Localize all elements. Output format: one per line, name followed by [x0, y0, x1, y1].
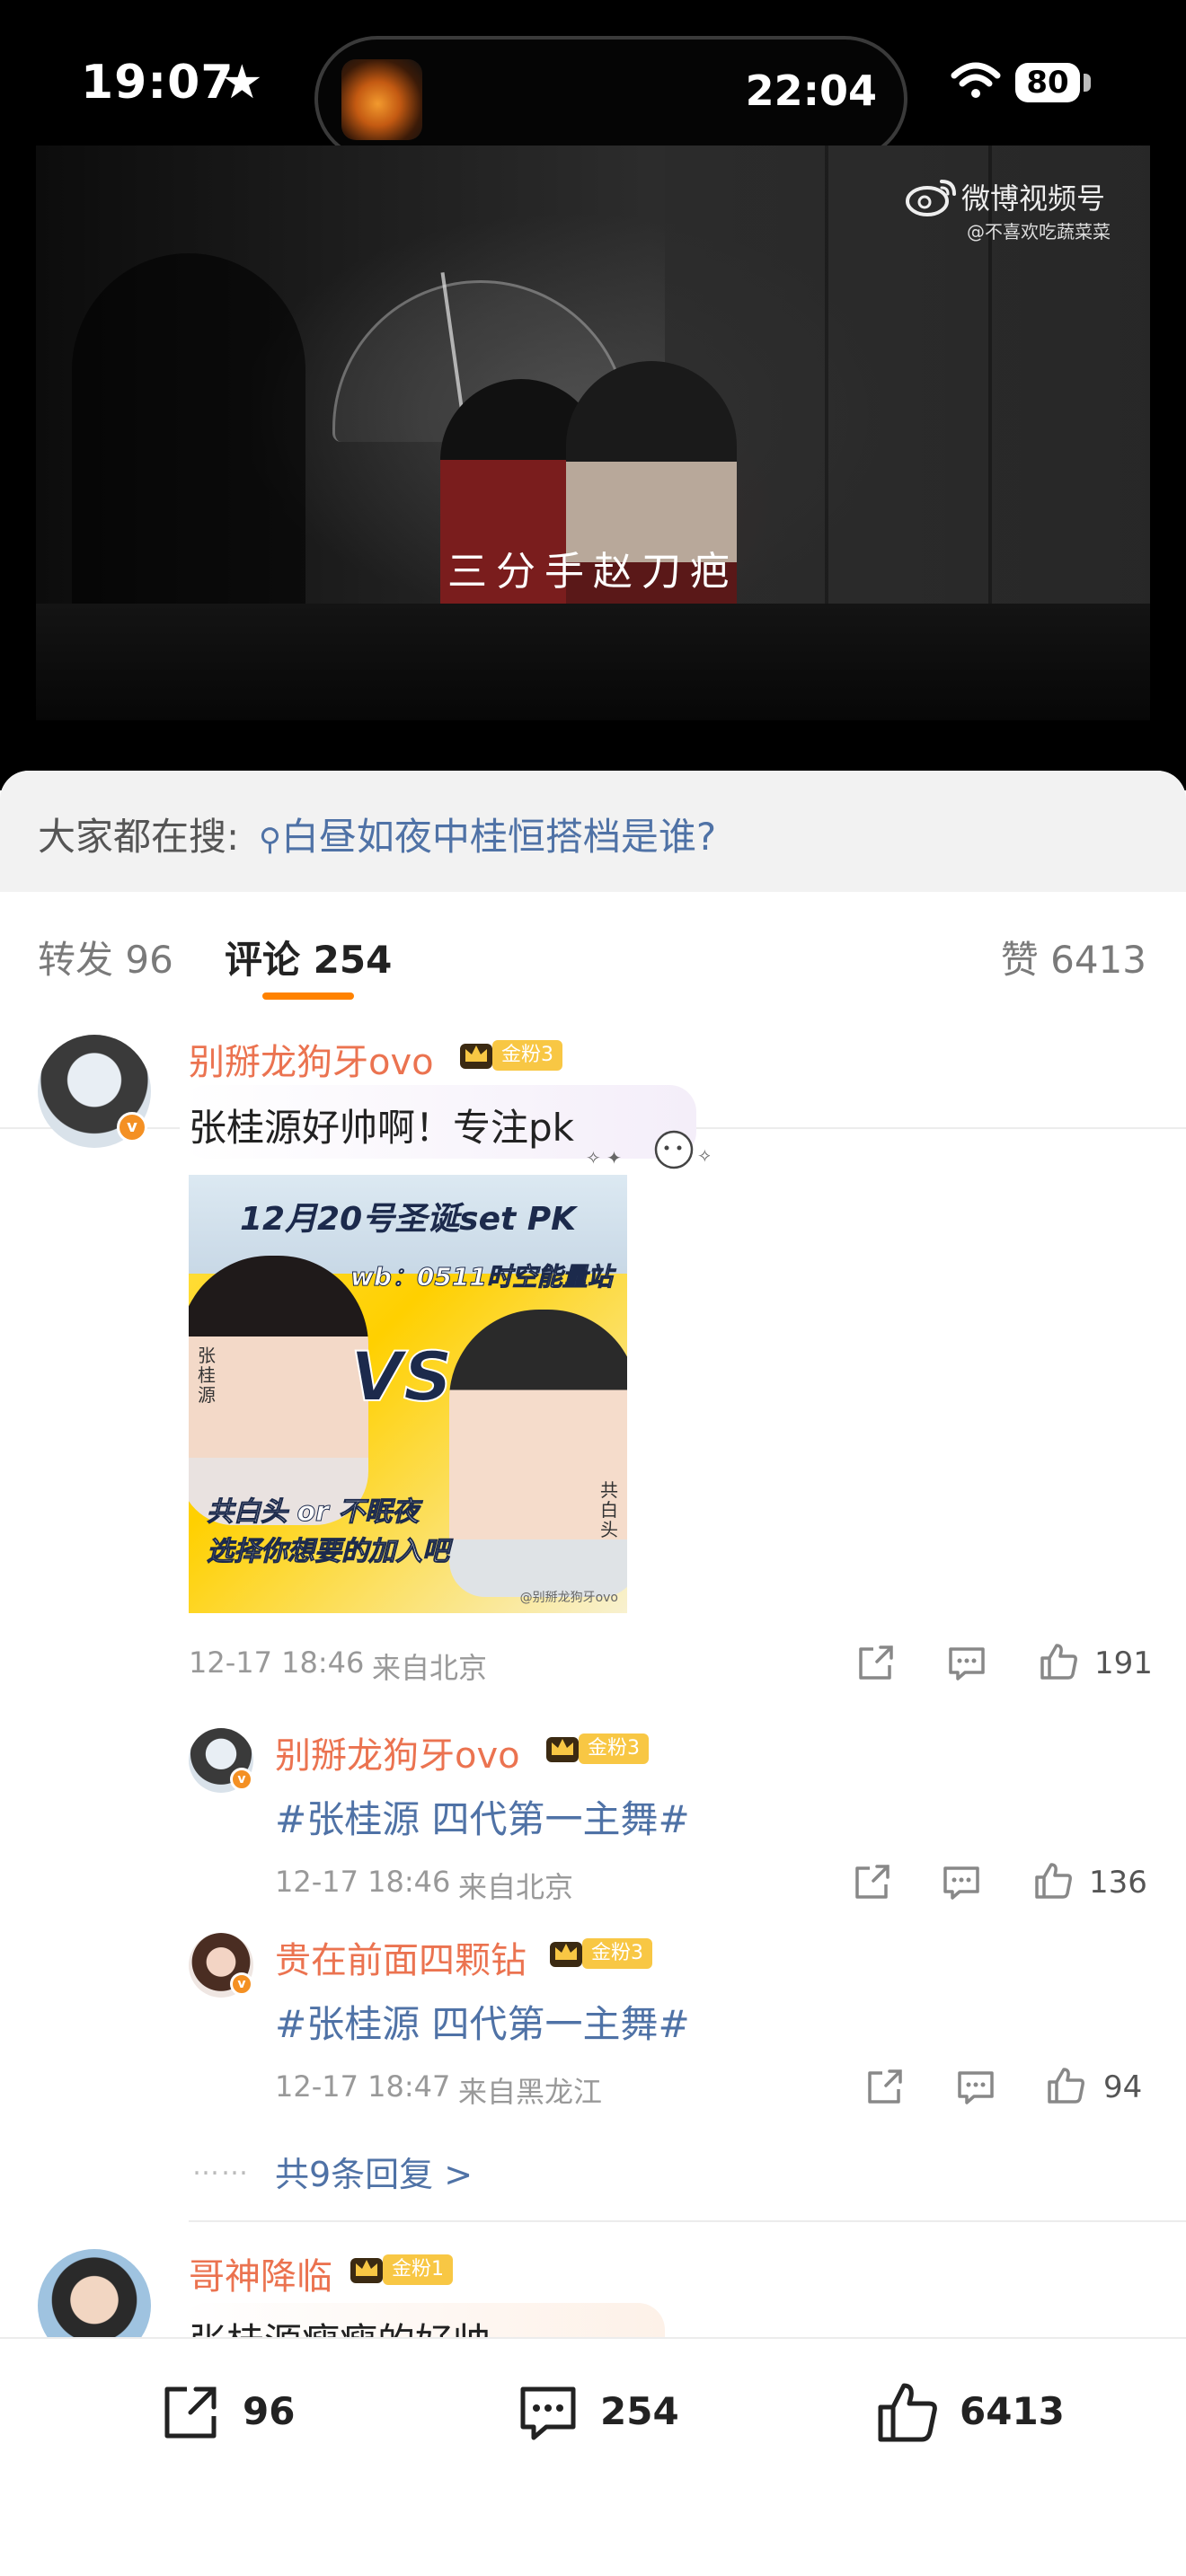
poster-line-2: 选择你想要的加入吧	[207, 1536, 450, 1568]
trending-search-link[interactable]: ⚲白昼如夜中桂恒搭档是谁?	[259, 807, 716, 861]
reply-time: 12-17 18:47	[275, 2069, 451, 2104]
bubble-decoration-icon: ✧ ✦ ✧	[586, 1130, 710, 1169]
like-icon[interactable]	[1044, 2064, 1087, 2107]
tab-comment[interactable]: 评论 254	[225, 930, 392, 984]
poster-left-name: 张桂源	[198, 1345, 216, 1406]
status-time: 19:07	[81, 56, 235, 110]
island-timer: 22:04	[745, 66, 877, 115]
watermark-user: @不喜欢吃蔬菜菜	[967, 221, 1111, 243]
poster-vs: VS	[350, 1336, 454, 1417]
share-icon[interactable]	[863, 2066, 906, 2109]
weibo-logo-icon	[906, 180, 956, 216]
trending-search-bar[interactable]: 大家都在搜: ⚲白昼如夜中桂恒搭档是谁?	[0, 771, 1186, 892]
comment-count: 254	[600, 2389, 679, 2433]
like-count: 6413	[960, 2389, 1065, 2433]
comment-image[interactable]: 12月20号圣诞set PK wb：0511时空能量站 VS 共白头 or 不眠…	[189, 1175, 627, 1613]
tab-like[interactable]: 赞 6413	[1001, 930, 1146, 984]
comment-username[interactable]: 别掰龙狗牙ovo	[189, 1033, 434, 1085]
like-count: 94	[1103, 2069, 1143, 2105]
comment-icon[interactable]	[954, 2066, 997, 2109]
reply-username[interactable]: 别掰龙狗牙ovo	[275, 1726, 520, 1778]
poster-title: 12月20号圣诞set PK	[239, 1201, 577, 1238]
comment-icon[interactable]	[940, 1861, 983, 1904]
search-icon: ⚲	[259, 822, 281, 858]
crown-icon	[546, 1737, 579, 1762]
fan-badge: 金粉1	[383, 2254, 453, 2285]
comment-location: 来自北京	[372, 1651, 488, 1685]
reply-text[interactable]: #张桂源 四代第一主舞#	[275, 1789, 690, 1844]
replies-dots: ……	[192, 2150, 250, 2182]
bottom-action-bar: 96 254 6413	[0, 2337, 1186, 2576]
comment-time: 12-17 18:46	[189, 1645, 365, 1680]
reply-text[interactable]: #张桂源 四代第一主舞#	[275, 1994, 690, 2049]
comment-icon	[520, 2386, 576, 2440]
more-replies-link[interactable]: 共9条回复 >	[275, 2147, 473, 2196]
like-icon[interactable]	[1031, 1859, 1075, 1902]
verified-icon: v	[230, 1972, 253, 1996]
battery-tip	[1084, 74, 1091, 92]
svg-text:✧ ✦: ✧ ✦	[586, 1147, 622, 1169]
dynamic-island[interactable]: 22:04	[314, 36, 907, 162]
video-ground	[36, 604, 1150, 720]
reply-location: 来自黑龙江	[458, 2075, 603, 2109]
tab-repost[interactable]: 转发 96	[38, 930, 173, 984]
now-playing-thumbnail	[341, 59, 422, 140]
poster-wb-text: wb：0511时空能量站	[350, 1262, 614, 1292]
share-icon[interactable]	[850, 1861, 893, 1904]
crown-icon	[460, 1044, 492, 1069]
wifi-icon	[951, 62, 1001, 98]
crown-icon	[550, 1942, 582, 1967]
reply-time: 12-17 18:46	[275, 1865, 451, 1899]
video-player[interactable]: 三分手赵刀疤 微博视频号 @不喜欢吃蔬菜菜	[36, 146, 1150, 720]
like-icon[interactable]	[1037, 1640, 1080, 1683]
crown-icon	[350, 2258, 383, 2283]
tab-bar: 转发 96 评论 254 赞 6413	[0, 892, 1186, 1129]
poster-right-name: 共白头	[600, 1479, 618, 1540]
comment-divider	[189, 2220, 1186, 2222]
trending-search-query: 白昼如夜中桂恒搭档是谁?	[280, 815, 717, 859]
fan-badge: 金粉3	[492, 1040, 562, 1071]
like-count: 136	[1089, 1865, 1147, 1901]
battery-indicator: 80	[1015, 63, 1080, 102]
watermark-title: 微博视频号	[961, 181, 1106, 216]
comment-text: 张桂源好帅啊！专注pk	[189, 1106, 574, 1150]
comments-sheet: 大家都在搜: ⚲白昼如夜中桂恒搭档是谁? 转发 96 评论 254 赞 6413…	[0, 771, 1186, 2576]
svg-text:✧: ✧	[697, 1145, 710, 1167]
star-icon: ★	[221, 56, 263, 110]
share-icon[interactable]	[854, 1642, 897, 1685]
poster-line-1: 共白头 or 不眠夜	[206, 1496, 420, 1529]
active-tab-indicator	[262, 992, 354, 1000]
fan-badge: 金粉3	[579, 1734, 649, 1764]
comment-icon[interactable]	[945, 1642, 988, 1685]
status-bar: 19:07 ★ 22:04 80	[0, 27, 1186, 162]
comment-username[interactable]: 哥神降临	[189, 2247, 332, 2299]
share-icon	[164, 2386, 217, 2439]
reply-location: 来自北京	[458, 1870, 574, 1904]
verified-icon: v	[230, 1768, 253, 1791]
poster-character-right	[449, 1310, 627, 1597]
fan-badge: 金粉3	[582, 1938, 652, 1969]
video-header-area: 19:07 ★ 22:04 80 三分手赵刀疤 微博视频号 @不喜欢吃蔬菜菜	[0, 0, 1186, 790]
poster-watermark: @别掰龙狗牙ovo	[519, 1591, 618, 1605]
trending-search-label: 大家都在搜:	[38, 815, 240, 859]
video-caption: 三分手赵刀疤	[447, 549, 739, 595]
like-icon	[878, 2383, 937, 2442]
verified-icon: v	[117, 1112, 147, 1142]
repost-count: 96	[243, 2389, 296, 2433]
like-count: 191	[1094, 1645, 1153, 1681]
reply-username[interactable]: 贵在前面四颗钻	[275, 1931, 527, 1983]
